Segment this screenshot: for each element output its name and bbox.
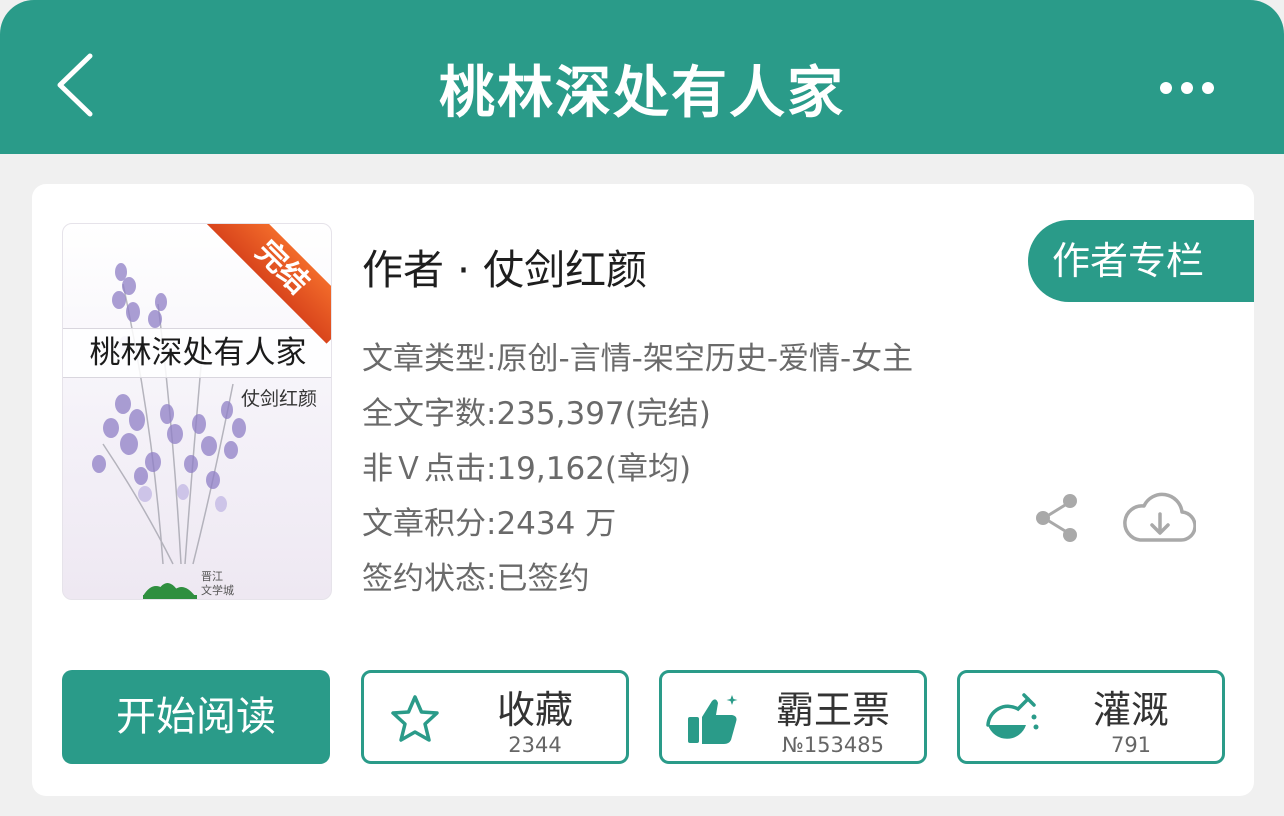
book-meta: 文章类型:原创-言情-架空历史-爱情-女主 全文字数:235,397(完结) 非… — [362, 332, 913, 607]
page-title: 桃林深处有人家 — [439, 61, 845, 126]
top-app-bar: 桃林深处有人家 — [0, 0, 1284, 154]
thumbs-up-icon — [688, 695, 738, 744]
favorite-count: 2344 — [508, 733, 562, 757]
meta-score: 文章积分:2434 万 — [362, 506, 617, 542]
book-cover[interactable]: 桃林深处有人家 仗剑红颜 完结 晋江 文学城 — [62, 223, 332, 600]
flask-icon — [986, 693, 1039, 739]
author-name[interactable]: 作者 · 仗剑红颜 — [362, 236, 647, 296]
author-column-button[interactable]: 作者专栏 — [1028, 220, 1254, 302]
book-info-card: 桃林深处有人家 仗剑红颜 完结 晋江 文学城 作者 · 仗剑红颜 作者专栏 文章… — [32, 184, 1254, 796]
vote-button[interactable]: 霸王票 №153485 — [659, 670, 927, 764]
download-button[interactable] — [1122, 490, 1197, 546]
vote-count: №153485 — [781, 733, 884, 757]
svg-text:文学城: 文学城 — [201, 583, 234, 597]
nutrient-label: 灌溉 — [1092, 688, 1169, 732]
start-reading-button[interactable]: 开始阅读 — [62, 670, 330, 764]
favorite-button[interactable]: 收藏 2344 — [361, 670, 629, 764]
nutrient-count: 791 — [1110, 733, 1152, 757]
share-icon — [1036, 494, 1077, 542]
nutrient-button[interactable]: 灌溉 791 — [957, 670, 1225, 764]
share-button[interactable] — [1034, 492, 1080, 544]
favorite-label: 收藏 — [496, 688, 573, 732]
meta-clicks: 非Ｖ点击:19,162(章均) — [362, 451, 692, 487]
cover-title: 桃林深处有人家 — [63, 328, 331, 378]
more-dots-icon — [1160, 82, 1214, 94]
meta-word-count: 全文字数:235,397(完结) — [362, 396, 711, 432]
more-options-button[interactable] — [1156, 74, 1220, 102]
star-icon — [391, 695, 439, 742]
cloud-download-icon — [1123, 492, 1197, 542]
vote-label: 霸王票 — [775, 688, 890, 732]
svg-text:晋江: 晋江 — [201, 570, 223, 583]
jjwxc-logo: 晋江 文学城 — [143, 570, 234, 599]
cover-author: 仗剑红颜 — [240, 388, 317, 410]
meta-genre: 文章类型:原创-言情-架空历史-爱情-女主 — [362, 341, 914, 377]
meta-sign-status: 签约状态:已签约 — [362, 561, 590, 597]
